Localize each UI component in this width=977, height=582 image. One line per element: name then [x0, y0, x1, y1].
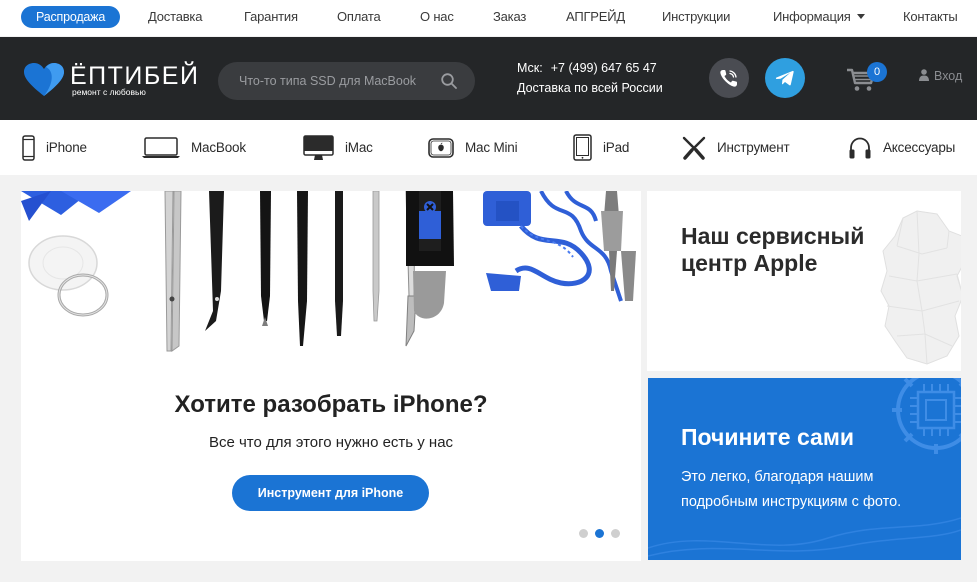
category-label: iPad [603, 140, 630, 155]
category-label: Инструмент [717, 140, 790, 155]
nav-delivery[interactable]: Доставка [148, 0, 202, 36]
slide-subtitle: Все что для этого нужно есть у нас [208, 434, 454, 451]
category-imac[interactable]: iMac [303, 120, 373, 175]
iphone-icon [22, 134, 35, 161]
search-input[interactable] [239, 62, 439, 100]
tools-for-iphone-button[interactable]: Инструмент для iPhone [232, 475, 429, 511]
viber-button[interactable] [709, 58, 749, 98]
phone-label: Мск: [517, 61, 543, 75]
user-icon [919, 69, 929, 81]
category-label: Mac Mini [465, 140, 518, 155]
telegram-icon [775, 70, 794, 86]
category-macbook[interactable]: MacBook [142, 120, 246, 175]
diy-repair-card[interactable]: Почините сами Это легко, благодаря нашим… [648, 378, 961, 560]
nav-instructions[interactable]: Инструкции [662, 0, 730, 36]
category-label: iMac [345, 140, 373, 155]
category-label: MacBook [191, 140, 246, 155]
category-label: iPhone [46, 140, 87, 155]
tools-icon [682, 136, 706, 160]
nav-info-label: Информация [773, 9, 851, 24]
phone-link[interactable]: +7 (499) 647 65 47 [551, 61, 657, 75]
login-link[interactable]: Вход [919, 69, 962, 83]
slide-title: Хотите разобрать iPhone? [174, 391, 488, 418]
hero-slider: Хотите разобрать iPhone? Все что для это… [21, 191, 641, 561]
top-navigation: Распродажа Доставка Гарантия Оплата О на… [0, 0, 977, 36]
ipad-icon [573, 134, 592, 161]
service-center-card[interactable]: Наш сервисный центр Apple [647, 191, 961, 371]
diy-repair-title: Почините сами [681, 424, 854, 450]
imac-icon [303, 134, 334, 160]
cart-count-badge: 0 [867, 62, 887, 82]
diy-repair-text: Это легко, благодаря нашим подробным инс… [681, 469, 902, 510]
category-tools[interactable]: Инструмент [682, 120, 790, 175]
nav-contacts[interactable]: Контакты [903, 0, 958, 36]
search-icon[interactable] [441, 73, 457, 89]
viber-icon [720, 70, 737, 87]
category-accessories[interactable]: Аксессуары [848, 120, 955, 175]
nav-upgrade[interactable]: АПГРЕЙД [566, 0, 625, 36]
category-mac-mini[interactable]: Mac Mini [428, 120, 518, 175]
decorative-wave [648, 517, 961, 557]
macbook-icon [142, 136, 180, 158]
search-box [218, 62, 475, 100]
slider-dot[interactable] [579, 529, 588, 538]
login-label: Вход [934, 69, 963, 83]
service-center-title: Наш сервисный центр Apple [681, 223, 865, 276]
nav-payment[interactable]: Оплата [337, 0, 381, 36]
nav-order[interactable]: Заказ [493, 0, 526, 36]
telegram-button[interactable] [765, 58, 805, 98]
heart-logo-icon [24, 63, 64, 96]
slider-dot[interactable] [611, 529, 620, 538]
headphones-icon [849, 137, 871, 158]
mac-mini-icon [428, 137, 454, 158]
category-iphone[interactable]: iPhone [22, 120, 87, 175]
slider-dot[interactable] [595, 529, 604, 538]
nav-warranty[interactable]: Гарантия [244, 0, 298, 36]
category-navigation: iPhone MacBook iMac Mac Mini iPad Инстру… [0, 120, 977, 175]
nav-info-dropdown[interactable]: Информация [773, 0, 865, 36]
nav-sale[interactable]: Распродажа [21, 6, 121, 28]
logo-slogan: ремонт с любовью [72, 87, 146, 97]
logo[interactable]: ЁПТИБЕЙ ремонт с любовью [24, 63, 198, 99]
delivery-text: Доставка по всей России [517, 81, 663, 95]
nav-about[interactable]: О нас [420, 0, 454, 36]
caret-down-icon [856, 14, 865, 19]
category-ipad[interactable]: iPad [573, 120, 629, 175]
category-label: Аксессуары [883, 140, 956, 155]
logo-name: ЁПТИБЕЙ [70, 62, 200, 90]
site-header: ЁПТИБЕЙ ремонт с любовью Мск: +7 (499) 64… [0, 37, 977, 120]
tools-photo [21, 191, 636, 352]
contact-block: Мск: +7 (499) 647 65 47 Доставка по всей … [517, 58, 663, 98]
